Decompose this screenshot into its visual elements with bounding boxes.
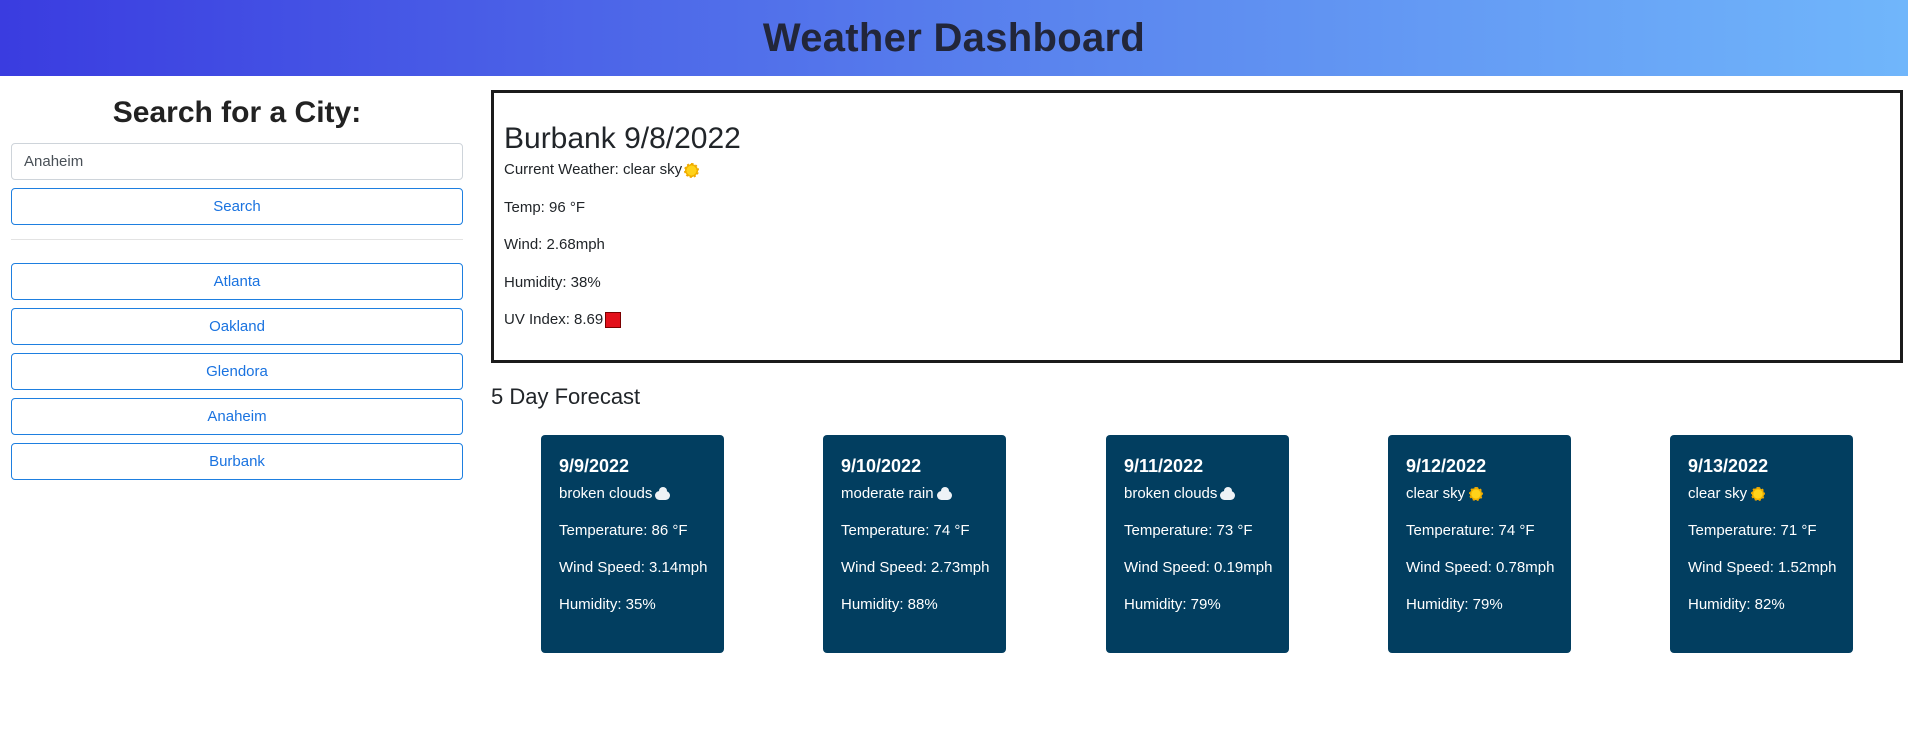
search-button[interactable]: Search xyxy=(11,188,463,225)
uv-index-badge xyxy=(605,312,622,328)
history-button-oakland[interactable]: Oakland xyxy=(11,308,463,345)
sun-icon xyxy=(684,162,700,178)
forecast-condition: clear sky xyxy=(1406,485,1571,503)
cloud-icon xyxy=(655,486,671,500)
forecast-wind: Wind Speed: 2.73mph xyxy=(841,559,990,576)
forecast-condition-text: clear sky xyxy=(1688,485,1748,502)
forecast-date: 9/13/2022 xyxy=(1688,456,1769,476)
forecast-humidity: Humidity: 88% xyxy=(841,596,938,613)
forecast-humidity: Humidity: 79% xyxy=(1406,596,1503,613)
forecast-date: 9/12/2022 xyxy=(1406,456,1487,476)
forecast-card: 9/9/2022 broken clouds Temperature: 86 °… xyxy=(541,435,724,653)
forecast-temp: Temperature: 74 °F xyxy=(1406,522,1535,539)
current-temp: Temp: 96 °F xyxy=(504,198,586,216)
forecast-condition: broken clouds xyxy=(1124,485,1289,503)
forecast-card: 9/13/2022 clear sky Temperature: 71 °F W… xyxy=(1670,435,1853,653)
forecast-date: 9/9/2022 xyxy=(559,456,630,476)
forecast-temp: Temperature: 86 °F xyxy=(559,522,688,539)
current-humidity: Humidity: 38% xyxy=(504,273,601,291)
forecast-condition: moderate rain xyxy=(841,485,1006,503)
history-button-atlanta[interactable]: Atlanta xyxy=(11,263,463,300)
city-search-input[interactable] xyxy=(11,143,463,180)
history-button-glendora[interactable]: Glendora xyxy=(11,353,463,390)
forecast-wind: Wind Speed: 3.14mph xyxy=(559,559,708,576)
current-wind: Wind: 2.68mph xyxy=(504,236,605,253)
forecast-condition-text: moderate rain xyxy=(841,485,934,502)
forecast-card: 9/12/2022 clear sky Temperature: 74 °F W… xyxy=(1388,435,1571,653)
forecast-card: 9/10/2022 moderate rain Temperature: 74 … xyxy=(823,435,1006,653)
forecast-condition: broken clouds xyxy=(559,485,724,503)
forecast-temp: Temperature: 71 °F xyxy=(1688,522,1817,539)
forecast-date: 9/10/2022 xyxy=(841,456,922,476)
forecast-date: 9/11/2022 xyxy=(1124,456,1204,476)
forecast-card: 9/11/2022 broken clouds Temperature: 73 … xyxy=(1106,435,1289,653)
history-button-burbank[interactable]: Burbank xyxy=(11,443,463,480)
cloud-icon xyxy=(936,486,952,500)
search-history-list: Atlanta Oakland Glendora Anaheim Burbank xyxy=(11,263,463,480)
current-city-title: Burbank 9/8/2022 xyxy=(504,122,741,155)
forecast-wind: Wind Speed: 0.78mph xyxy=(1406,559,1555,576)
page-header: Weather Dashboard xyxy=(0,0,1908,76)
forecast-humidity: Humidity: 79% xyxy=(1124,596,1221,613)
page-title: Weather Dashboard xyxy=(762,15,1146,60)
cloud-icon xyxy=(1220,486,1236,500)
forecast-humidity: Humidity: 82% xyxy=(1688,596,1785,613)
current-weather-line: Current Weather: clear sky xyxy=(504,161,1900,179)
forecast-condition-text: broken clouds xyxy=(559,485,653,502)
current-uv-line: UV Index: 8.69 xyxy=(504,311,1900,329)
forecast-wind: Wind Speed: 0.19mph xyxy=(1124,559,1273,576)
sidebar-divider xyxy=(11,239,463,240)
sun-icon xyxy=(1751,487,1766,501)
forecast-temp: Temperature: 74 °F xyxy=(841,522,970,539)
search-sidebar: Search for a City: Search Atlanta Oaklan… xyxy=(11,92,463,488)
sun-icon xyxy=(1469,487,1484,501)
search-heading: Search for a City: xyxy=(112,96,362,129)
current-uv-text: UV Index: 8.69 xyxy=(504,311,604,328)
forecast-condition: clear sky xyxy=(1688,485,1853,503)
forecast-condition-text: broken clouds xyxy=(1124,485,1218,502)
current-weather-panel: Burbank 9/8/2022 Current Weather: clear … xyxy=(491,90,1903,363)
history-button-anaheim[interactable]: Anaheim xyxy=(11,398,463,435)
forecast-temp: Temperature: 73 °F xyxy=(1124,522,1253,539)
forecast-condition-text: clear sky xyxy=(1406,485,1466,502)
forecast-humidity: Humidity: 35% xyxy=(559,596,656,613)
forecast-wind: Wind Speed: 1.52mph xyxy=(1688,559,1837,576)
current-weather-text: Current Weather: clear sky xyxy=(504,161,683,178)
forecast-title: 5 Day Forecast xyxy=(491,384,641,409)
